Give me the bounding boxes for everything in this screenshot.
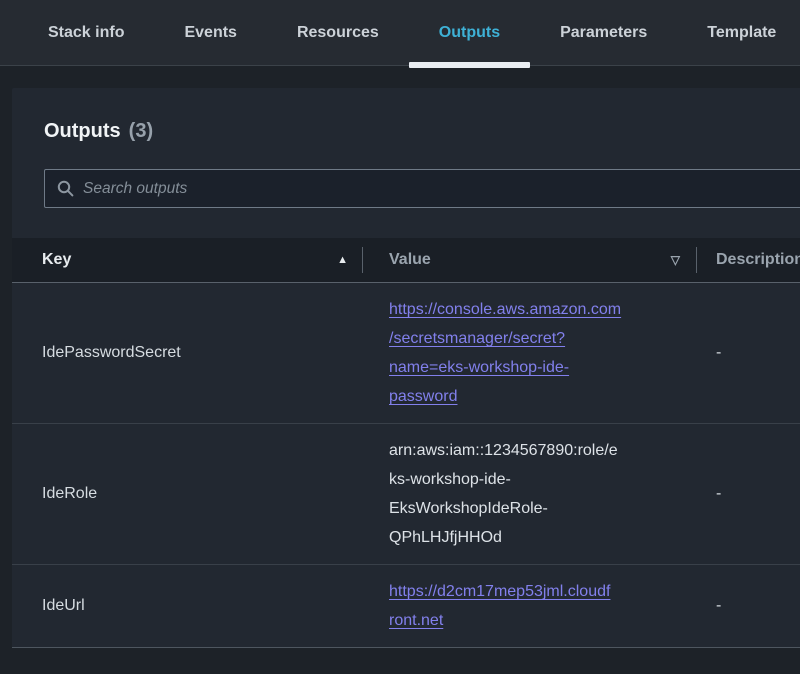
search-outputs-box[interactable]: [44, 169, 800, 208]
outputs-panel-header: Outputs (3): [12, 88, 800, 144]
tab-parameters[interactable]: Parameters: [530, 0, 677, 66]
output-description: -: [697, 485, 800, 503]
output-key: IdePasswordSecret: [12, 344, 363, 362]
panel-title: Outputs: [44, 118, 121, 144]
tab-stack-info[interactable]: Stack info: [18, 0, 154, 66]
tab-template[interactable]: Template: [677, 0, 800, 66]
output-description: -: [697, 597, 800, 615]
table-row: IdeUrl https://d2cm17mep53jml.cloudf ron…: [12, 564, 800, 648]
output-description: -: [697, 344, 800, 362]
search-outputs-input[interactable]: [83, 180, 800, 198]
tab-label: Resources: [297, 24, 379, 42]
sort-inactive-icon[interactable]: ▽: [671, 253, 680, 267]
column-header-key[interactable]: Key ▲: [12, 251, 362, 269]
tab-outputs[interactable]: Outputs: [409, 0, 530, 66]
tab-label: Parameters: [560, 24, 647, 42]
table-row: IdeRole arn:aws:iam::1234567890:role/e k…: [12, 423, 800, 564]
output-value: https://console.aws.amazon.com /secretsm…: [363, 295, 697, 411]
column-header-value[interactable]: Value ▽: [363, 251, 696, 269]
tab-label: Outputs: [439, 24, 500, 42]
table-row: IdePasswordSecret https://console.aws.am…: [12, 283, 800, 423]
column-label-key: Key: [42, 251, 71, 269]
column-label-value: Value: [389, 251, 431, 269]
output-key: IdeRole: [12, 485, 363, 503]
sort-ascending-icon[interactable]: ▲: [337, 254, 348, 266]
outputs-count-badge: (3): [129, 118, 153, 144]
output-value: https://d2cm17mep53jml.cloudf ront.net: [363, 577, 697, 635]
column-label-description: Description: [716, 251, 800, 269]
output-value-text: arn:aws:iam::1234567890:role/e ks-worksh…: [389, 442, 618, 546]
tab-label: Stack info: [48, 24, 124, 42]
output-value-link[interactable]: https://d2cm17mep53jml.cloudf ront.net: [389, 583, 610, 629]
output-value-link[interactable]: https://console.aws.amazon.com /secretsm…: [389, 301, 621, 405]
tab-resources[interactable]: Resources: [267, 0, 409, 66]
output-value: arn:aws:iam::1234567890:role/e ks-worksh…: [363, 436, 697, 552]
tab-label: Template: [707, 24, 776, 42]
outputs-table-header: Key ▲ Value ▽ Description: [12, 238, 800, 283]
column-header-description[interactable]: Description: [697, 251, 800, 269]
stack-detail-tabs: Stack info Events Resources Outputs Para…: [0, 0, 800, 66]
search-row: [44, 169, 800, 208]
search-icon: [57, 180, 74, 197]
tab-events[interactable]: Events: [154, 0, 266, 66]
tab-label: Events: [184, 24, 236, 42]
output-key: IdeUrl: [12, 597, 363, 615]
outputs-panel: Outputs (3) Key ▲ Value ▽ Description Id…: [12, 88, 800, 648]
